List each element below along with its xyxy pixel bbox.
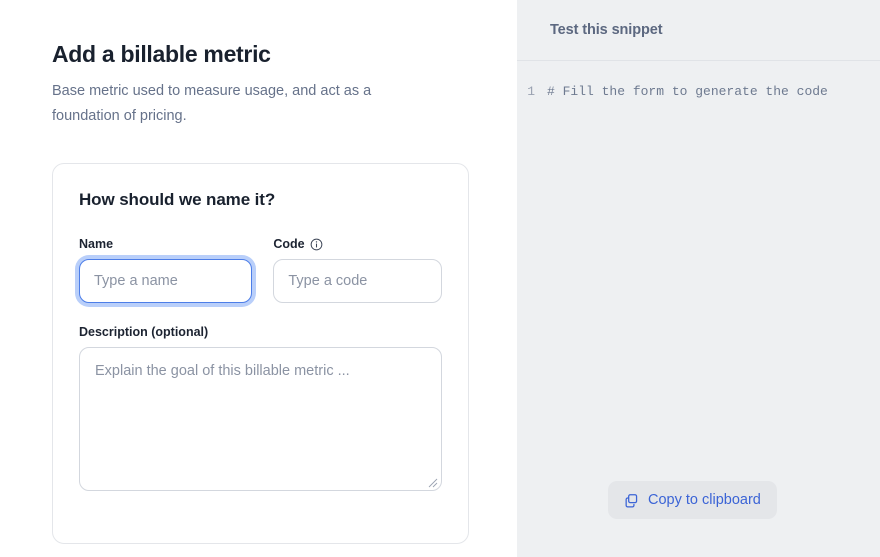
code-line-number: 1 — [527, 84, 535, 99]
code-input[interactable] — [273, 258, 442, 303]
billable-metric-form-pane: Add a billable metric Base metric used t… — [0, 0, 517, 557]
copy-icon — [624, 493, 639, 508]
description-textarea-wrap — [79, 346, 442, 491]
code-body: 1 # Fill the form to generate the code — [517, 61, 880, 102]
description-field-label: Description (optional) — [79, 325, 442, 340]
page-title: Add a billable metric — [52, 41, 271, 67]
code-line: 1 # Fill the form to generate the code — [517, 82, 880, 102]
description-textarea[interactable] — [79, 346, 442, 491]
copy-to-clipboard-button[interactable]: Copy to clipboard — [608, 481, 777, 519]
code-field-label: Code — [273, 237, 442, 252]
description-field-group: Description (optional) — [79, 325, 442, 491]
code-field-group: Code — [273, 237, 442, 303]
code-snippet-pane: Test this snippet 1 # Fill the form to g… — [517, 0, 880, 557]
code-pane-header: Test this snippet — [517, 0, 880, 61]
code-line-text: # Fill the form to generate the code — [547, 84, 828, 99]
code-label-text: Code — [273, 236, 305, 251]
name-code-field-row: Name Code — [79, 237, 442, 303]
code-pane-title: Test this snippet — [550, 22, 663, 38]
description-label-text: Description (optional) — [79, 324, 209, 339]
name-field-label: Name — [79, 237, 252, 252]
name-input[interactable] — [79, 258, 253, 303]
name-field-group: Name — [79, 237, 253, 303]
naming-card: How should we name it? Name Code — [52, 162, 469, 544]
app-screen: Add a billable metric Base metric used t… — [0, 0, 880, 557]
card-title: How should we name it? — [79, 189, 276, 209]
name-label-text: Name — [79, 236, 114, 251]
page-subtitle: Base metric used to measure usage, and a… — [52, 82, 372, 124]
copy-button-label: Copy to clipboard — [648, 492, 761, 508]
info-circle-icon[interactable] — [310, 238, 323, 251]
